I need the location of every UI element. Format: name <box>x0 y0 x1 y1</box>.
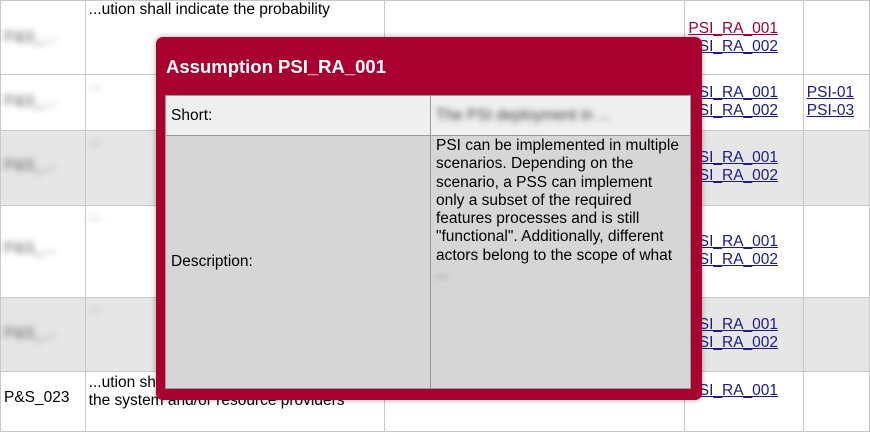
assumption-link[interactable]: PSI_RA_002 <box>688 334 799 352</box>
description-line: "functional". Additionally, different <box>436 228 664 246</box>
assumption-link[interactable]: PSI_RA_002 <box>688 251 799 269</box>
short-label: Short: <box>165 95 431 136</box>
assumption-links-cell: PSI_RA_001 PSI_RA_002 <box>684 297 804 372</box>
description-line: actors belong to the scope of what <box>436 246 673 264</box>
assumption-link[interactable]: PSI_RA_002 <box>688 102 799 120</box>
reference-cell <box>802 0 870 75</box>
assumption-links-cell: PSI_RA_001 PSI_RA_002 <box>684 0 804 75</box>
reference-link[interactable]: PSI-03 <box>807 102 866 120</box>
short-value: The PSI deployment in ... <box>430 95 691 136</box>
requirement-text-line: ...ution shall indicate the probability <box>88 1 330 18</box>
description-line: scenario, a PSS can implement <box>436 173 653 191</box>
assumption-detail-table: Short: The PSI deployment in ... Descrip… <box>165 95 691 389</box>
reference-cell <box>802 205 870 298</box>
reference-link[interactable]: PSI-01 <box>807 84 866 102</box>
reference-cell <box>802 130 870 206</box>
assumption-links-cell: PSI_RA_001 PSI_RA_002 <box>684 130 804 206</box>
assumption-link[interactable]: PSI_RA_001 <box>688 20 799 38</box>
description-line: PSI can be implemented in multiple <box>436 137 679 154</box>
assumption-link[interactable]: PSI_RA_001 <box>688 149 799 167</box>
reference-cell <box>802 297 870 372</box>
requirement-id-cell: P&S_... <box>0 130 86 206</box>
requirement-id-cell: P&S_... <box>0 74 86 131</box>
description-line: scenarios. Depending on the <box>436 155 634 173</box>
requirement-id-cell: P&S_... <box>0 205 86 298</box>
reference-cell: PSI-01 PSI-03 <box>802 74 870 131</box>
assumption-link[interactable]: PSI_RA_001 <box>688 84 799 102</box>
description-value: PSI can be implemented in multiple scena… <box>430 135 691 389</box>
popup-title: Assumption PSI_RA_001 <box>166 56 387 77</box>
assumption-links-cell: PSI_RA_001 <box>684 371 804 432</box>
requirement-id-cell: P&S_... <box>0 297 86 372</box>
description-row: Description: PSI can be implemented in m… <box>165 135 691 389</box>
assumption-link[interactable]: PSI_RA_002 <box>688 167 799 185</box>
assumption-links-cell: PSI_RA_001 PSI_RA_002 <box>684 205 804 298</box>
description-obscured: ... <box>436 265 449 283</box>
assumption-popup: Assumption PSI_RA_001 Short: The PSI dep… <box>156 37 702 400</box>
assumption-link[interactable]: PSI_RA_001 <box>688 382 799 400</box>
assumption-link[interactable]: PSI_RA_001 <box>688 233 799 251</box>
popup-body: Short: The PSI deployment in ... Descrip… <box>165 95 691 389</box>
requirement-id-cell: P&S_023 <box>0 371 86 432</box>
description-label: Description: <box>165 135 431 389</box>
reference-cell <box>802 371 870 432</box>
assumption-links-cell: PSI_RA_001 PSI_RA_002 <box>684 74 804 131</box>
short-row: Short: The PSI deployment in ... <box>165 95 691 136</box>
assumption-link[interactable]: PSI_RA_002 <box>688 38 799 56</box>
requirement-id-cell: P&S_... <box>0 0 86 75</box>
description-line: features processes and is still <box>436 210 640 228</box>
description-line: only a subset of the required <box>436 191 632 209</box>
assumption-link[interactable]: PSI_RA_001 <box>688 316 799 334</box>
